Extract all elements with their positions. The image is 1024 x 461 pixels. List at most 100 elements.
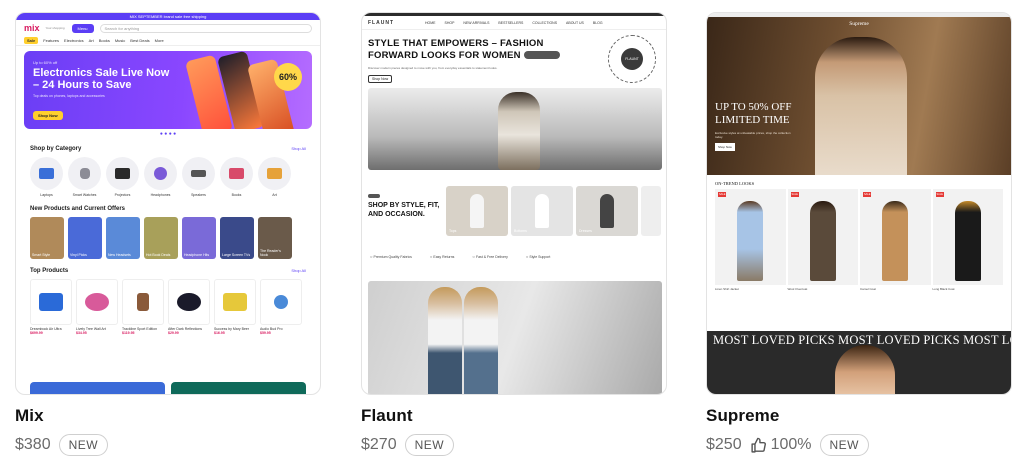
mix-product-card: Audio Bud Pro $59.95 [260,279,302,335]
mix-hero-discount-badge: 60% [274,63,302,91]
flaunt-hero-title: STYLE THAT EMPOWERS – FASHION FORWARD LO… [368,38,568,62]
preview-image-supreme[interactable]: Supreme UP TO 50% OFF LIMITED TIME Exclu… [706,12,1012,395]
supreme-product-grid: SALE SALE SALE SALE [707,186,1011,285]
listing-card-flaunt[interactable]: FLAUNT HOME SHOP NEW ARRIVALS BESTSELLER… [361,12,667,456]
supreme-loved-section: MOST LOVED PICKS MOST LOVED PICKS MOST L… [707,331,1011,394]
mix-product-card: Trackline Sport Edition $119.95 [122,279,164,335]
flaunt-nav-item: NEW ARRIVALS [463,20,490,25]
mix-hero-title: Electronics Sale Live Now – 24 Hours to … [33,67,170,91]
mix-view-all-link: Shop All [291,146,306,151]
preview-image-flaunt[interactable]: FLAUNT HOME SHOP NEW ARRIVALS BESTSELLER… [361,12,667,395]
mix-header: mix Your shopping Menu Search for anythi… [16,20,320,36]
mix-offer-tile: Hot Book Deals [144,217,178,259]
listing-price: $380 [15,436,51,453]
flaunt-shop-tag [368,194,380,198]
listing-card-mix[interactable]: MIX SEPTEMBER brand sale free shipping m… [15,12,321,456]
flaunt-tile [641,186,661,236]
flaunt-nav-item: COLLECTIONS [532,20,558,25]
flaunt-nav-item: ABOUT US [566,20,584,25]
listing-meta: $270 NEW [361,434,667,456]
supreme-section-title: ON-TREND LOOKS [715,181,755,186]
flaunt-feature: Easy Returns [430,254,454,259]
flaunt-header: FLAUNT HOME SHOP NEW ARRIVALS BESTSELLER… [362,16,666,30]
mix-category: Headphones [144,157,177,197]
flaunt-tile: Dresses [576,186,638,236]
supreme-product: SALE [860,189,931,285]
mix-offer-tile: The Reader's Nook [258,217,292,259]
supreme-product: SALE [932,189,1003,285]
mix-promo-strips [30,382,306,394]
supreme-hero-banner: Supreme UP TO 50% OFF LIMITED TIME Exclu… [707,17,1011,175]
mix-hero-banner: Up to 60% off Electronics Sale Live Now … [24,51,312,129]
mix-category: Laptops [30,157,63,197]
supreme-product-name: Linen Shirt Jacket [715,287,739,291]
listing-title[interactable]: Mix [15,406,321,426]
model-image [428,287,462,394]
flaunt-feature: Premium Quality Fabrics [370,254,412,259]
mix-category: Art [258,157,291,197]
supreme-loved-title: MOST LOVED PICKS MOST LOVED PICKS MOST L… [713,333,1011,347]
model-image [498,92,540,170]
mix-product-card: After Dark Reflections $29.99 [168,279,210,335]
mix-view-all-link: Shop All [291,268,306,273]
supreme-product: SALE [715,189,786,285]
rating-value: 100% [770,436,812,453]
listing-price: $250 [706,436,742,453]
thumbs-up-icon [751,437,766,453]
supreme-product-labels: Linen Shirt Jacket Wool Overcoat Camel C… [707,285,1011,291]
mix-section-title: Shop by Category [30,146,82,152]
mix-product-card: Dreambook Air Ultra $699.99 [30,279,72,335]
flaunt-nav-item: BESTSELLERS [498,20,524,25]
mix-product-card: Lively Tree Wall Art $34.95 [76,279,118,335]
mix-category: Books [220,157,253,197]
mix-search-input: Search for anything [99,23,312,33]
supreme-product: SALE [787,189,858,285]
mix-nav: Sale Features Electronics Art Books Musi… [16,36,320,46]
flaunt-lookbook-image [368,281,662,394]
flaunt-features: Premium Quality Fabrics Easy Returns Fas… [370,254,551,259]
mix-section-title: Top Products [30,268,69,274]
mix-nav-item: More [154,38,164,43]
new-badge: NEW [404,434,455,456]
flaunt-tile: Bottoms [511,186,573,236]
mix-offer-tile: Headphone Hits [182,217,216,259]
mix-nav-item: Sale [24,37,39,44]
mix-nav-item: Music [114,38,126,43]
mix-hero-tag: Up to 60% off [33,60,58,65]
new-badge: NEW [819,434,870,456]
mix-logo: mix [24,23,40,33]
flaunt-shop-title: SHOP BY STYLE, FIT, AND OCCASION. [368,202,440,218]
supreme-product-name: Camel Coat [860,287,876,291]
flaunt-nav-item: SHOP [444,20,455,25]
listing-meta: $380 NEW [15,434,321,456]
flaunt-seal-logo: FLAUNT [608,35,656,83]
flaunt-hero-subtitle: Discover modern pieces designed to move … [368,66,498,70]
mix-nav-item: Electronics [64,38,84,43]
mix-product-card: Success by Mary Beer $16.95 [214,279,256,335]
flaunt-nav-item: BLOG [592,20,603,25]
listing-meta: $250 100% NEW [706,434,1012,456]
flaunt-feature: Style Support [526,254,550,259]
mix-nav-item: Art [88,38,94,43]
mix-category: Projectors [106,157,139,197]
mix-category-row: Laptops Smart Watches Projectors Headpho… [16,152,320,197]
mix-nav-item: Best Deals [130,38,150,43]
mix-hero-button: Shop Now [33,111,63,120]
mix-section-title: New Products and Current Offers [30,206,126,212]
listing-title[interactable]: Flaunt [361,406,667,426]
listing-title[interactable]: Supreme [706,406,1012,426]
supreme-logo: Supreme [849,21,869,27]
carousel-dots: ● ● ● ● [159,131,177,137]
flaunt-nav-item: HOME [425,20,436,25]
mix-category: Smart Watches [68,157,101,197]
preview-image-mix[interactable]: MIX SEPTEMBER brand sale free shipping m… [15,12,321,395]
supreme-product-name: Long Black Coat [932,287,955,291]
listing-price: $270 [361,436,397,453]
listing-card-supreme[interactable]: Supreme UP TO 50% OFF LIMITED TIME Exclu… [706,12,1012,456]
mix-category: Speakers [182,157,215,197]
flaunt-hero-image [368,88,662,170]
mix-nav-item: Features [43,38,60,43]
mix-logo-sub: Your shopping [45,25,65,30]
supreme-hero-subtitle: Exclusive styles at unbeatable prices, s… [715,131,791,139]
mix-hero-subtitle: Top deals on phones, laptops and accesso… [33,94,105,98]
